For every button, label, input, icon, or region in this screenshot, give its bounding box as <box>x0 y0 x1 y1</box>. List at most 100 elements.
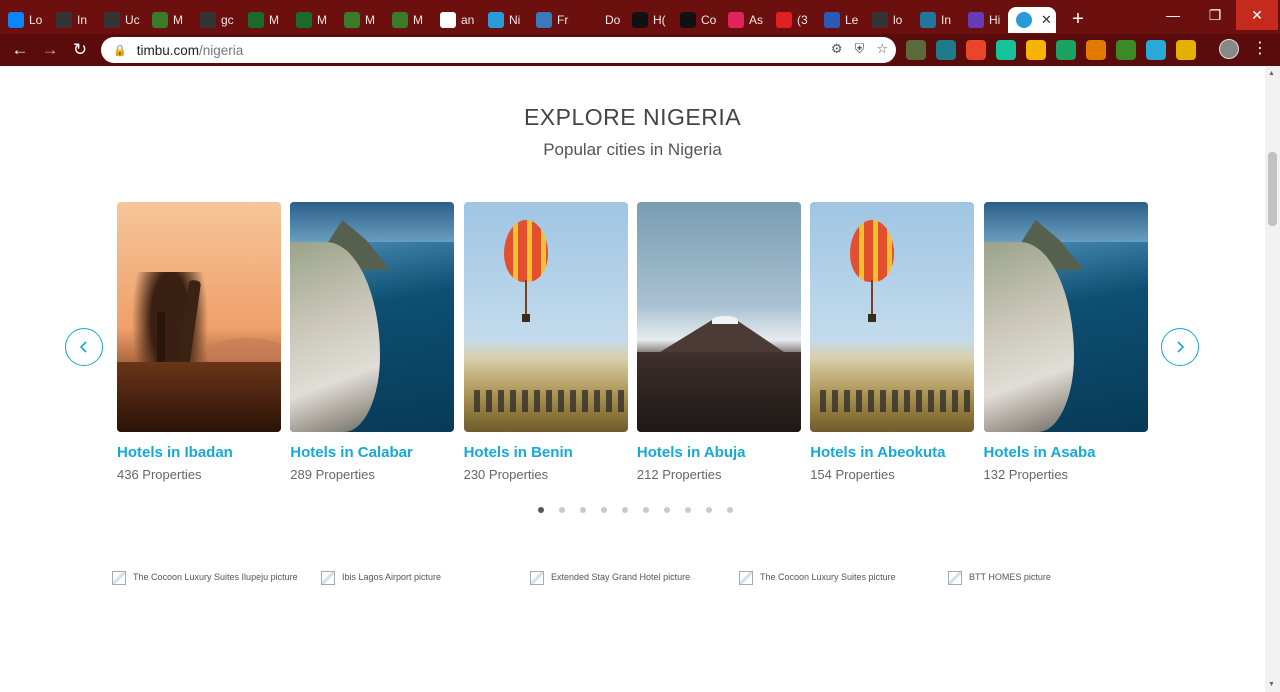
edge-icon[interactable] <box>1056 40 1076 60</box>
city-card-title[interactable]: Hotels in Asaba <box>984 444 1148 461</box>
bookmark-star-icon[interactable]: ☆ <box>876 41 888 57</box>
back-button[interactable]: ← <box>5 35 35 65</box>
carousel-dot[interactable] <box>538 507 544 513</box>
city-card-title[interactable]: Hotels in Abuja <box>637 444 801 461</box>
hotel-picture[interactable]: The Cocoon Luxury Suites picture <box>739 571 948 585</box>
browser-tab[interactable]: Fr <box>528 7 576 33</box>
browser-tab-label: M <box>173 13 183 27</box>
tab-close-icon[interactable]: ✕ <box>1041 12 1052 28</box>
city-card[interactable]: Hotels in Asaba 132 Properties <box>983 202 1148 482</box>
browser-tab[interactable]: M <box>240 7 288 33</box>
browser-tab[interactable]: In <box>48 7 96 33</box>
browser-tab[interactable]: M <box>336 7 384 33</box>
city-card-property-count: 230 Properties <box>463 467 549 482</box>
carousel-next-button[interactable] <box>1161 328 1199 366</box>
city-card-title[interactable]: Hotels in Abeokuta <box>810 444 974 461</box>
grammarly-red-icon[interactable] <box>966 40 986 60</box>
browser-tab[interactable]: Do <box>576 7 624 33</box>
carousel-dot[interactable] <box>664 507 670 513</box>
hotel-picture-alt-text: BTT HOMES picture <box>969 572 1051 582</box>
browser-tab[interactable]: Le <box>816 7 864 33</box>
broken-image-icon <box>948 571 962 585</box>
grammarly-icon[interactable] <box>996 40 1016 60</box>
browser-tab-active[interactable]: ✕ <box>1008 7 1056 33</box>
carousel-prev-button[interactable] <box>65 328 103 366</box>
table-icon[interactable] <box>1116 40 1136 60</box>
plant-icon <box>344 12 360 28</box>
city-photo[interactable] <box>463 202 628 432</box>
carousel-dot[interactable] <box>622 507 628 513</box>
address-bar[interactable]: 🔒 timbu.com/nigeria ⚙ ⛨ ☆ <box>101 37 896 63</box>
medium-icon <box>632 12 648 28</box>
browser-tab[interactable]: In <box>912 7 960 33</box>
city-card[interactable]: Hotels in Calabar 289 Properties <box>290 202 455 482</box>
browser-tab[interactable]: Ni <box>480 7 528 33</box>
minimize-button[interactable]: — <box>1152 0 1194 30</box>
circle-icon <box>1016 12 1032 28</box>
carousel-dot[interactable] <box>727 507 733 513</box>
city-card-title[interactable]: Hotels in Ibadan <box>117 444 281 461</box>
plant-icon <box>152 12 168 28</box>
city-card[interactable]: Hotels in Abuja 212 Properties <box>636 202 801 482</box>
browser-tab[interactable]: M <box>144 7 192 33</box>
new-tab-button[interactable]: + <box>1064 5 1092 33</box>
window-close-button[interactable]: ✕ <box>1236 0 1278 30</box>
reload-button[interactable]: ↻ <box>65 35 95 65</box>
carousel-dot[interactable] <box>580 507 586 513</box>
hotel-picture[interactable]: Extended Stay Grand Hotel picture <box>530 571 739 585</box>
square-icon[interactable] <box>936 40 956 60</box>
browser-tab[interactable]: Co <box>672 7 720 33</box>
browser-tab[interactable]: Uc <box>96 7 144 33</box>
browser-menu-icon[interactable]: ⋮ <box>1252 38 1268 58</box>
page-scrollbar[interactable]: ▲ ▼ <box>1265 66 1280 692</box>
city-photo[interactable] <box>117 202 281 432</box>
city-card[interactable]: Hotels in Abeokuta 154 Properties <box>810 202 975 482</box>
city-card-property-count: 132 Properties <box>983 467 1069 482</box>
carousel-dot[interactable] <box>706 507 712 513</box>
city-photo[interactable] <box>983 202 1148 432</box>
maximize-button[interactable]: ❐ <box>1194 0 1236 30</box>
browser-tab-label: (3 <box>797 13 808 27</box>
hotel-picture[interactable]: The Cocoon Luxury Suites Ilupeju picture <box>112 571 321 585</box>
scroll-down-icon[interactable]: ▼ <box>1268 681 1275 688</box>
browser-tab[interactable]: Hi <box>960 7 1008 33</box>
carousel-dot[interactable] <box>685 507 691 513</box>
city-photo[interactable] <box>290 202 455 432</box>
carousel-dot[interactable] <box>559 507 565 513</box>
city-card[interactable]: Hotels in Ibadan 436 Properties <box>117 202 281 482</box>
city-photo[interactable] <box>636 202 801 432</box>
carousel-dot[interactable] <box>601 507 607 513</box>
city-card[interactable]: Hotels in Benin 230 Properties <box>463 202 628 482</box>
scroll-up-icon[interactable]: ▲ <box>1268 70 1275 77</box>
tree-icon[interactable] <box>906 40 926 60</box>
send-icon[interactable] <box>1146 40 1166 60</box>
profile-avatar[interactable] <box>1219 39 1239 59</box>
city-photo[interactable] <box>810 202 975 432</box>
browser-tab[interactable]: As <box>720 7 768 33</box>
browser-tab[interactable]: M <box>288 7 336 33</box>
browser-tab[interactable]: H( <box>624 7 672 33</box>
chevron-right-icon <box>1177 341 1185 353</box>
browser-tab[interactable]: Lo <box>0 7 48 33</box>
pen-icon[interactable] <box>1086 40 1106 60</box>
lock-icon[interactable]: 🔒 <box>113 44 127 57</box>
browser-tab[interactable]: (3 <box>768 7 816 33</box>
hotel-picture[interactable]: Ibis Lagos Airport picture <box>321 571 530 585</box>
browser-tab[interactable]: gc <box>192 7 240 33</box>
browser-tab[interactable]: an <box>432 7 480 33</box>
fork-icon[interactable] <box>1176 40 1196 60</box>
city-card-title[interactable]: Hotels in Benin <box>464 444 628 461</box>
carousel-dot[interactable] <box>643 507 649 513</box>
browser-tab-label: M <box>269 13 279 27</box>
shield-icon[interactable]: ⛨ <box>855 41 865 57</box>
browser-tab[interactable]: M <box>384 7 432 33</box>
browser-tab[interactable]: lo <box>864 7 912 33</box>
download-icon <box>584 12 600 28</box>
carousel-pagination <box>538 507 733 513</box>
city-card-title[interactable]: Hotels in Calabar <box>290 444 454 461</box>
scrollbar-thumb[interactable] <box>1268 152 1277 226</box>
forward-button[interactable]: → <box>35 35 65 65</box>
site-settings-icon[interactable]: ⚙ <box>831 41 843 57</box>
drive-icon[interactable] <box>1026 40 1046 60</box>
hotel-picture[interactable]: BTT HOMES picture <box>948 571 1157 585</box>
